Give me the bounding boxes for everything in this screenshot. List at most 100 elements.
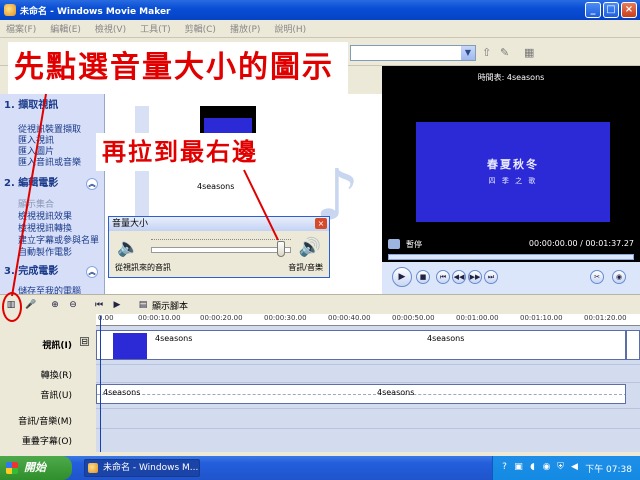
track-label-music: 音訊/音樂(M) <box>18 417 72 427</box>
menu-help[interactable]: 說明(H) <box>274 22 306 35</box>
section-edit-movie[interactable]: 2. 編輯電影 ︽ <box>0 176 104 192</box>
audio-clip-label: 4seasons <box>377 388 415 397</box>
preview-subtitle-text: 四 季 之 歌 <box>488 177 538 185</box>
timeline-playhead[interactable] <box>100 316 101 452</box>
ruler-tick: 00:00:40.00 <box>328 314 371 322</box>
ruler-tick: 00:00:30.00 <box>264 314 307 322</box>
volume-icon-highlight <box>2 292 22 322</box>
menu-play[interactable]: 播放(P) <box>230 22 260 35</box>
storyboard-icon[interactable]: ▤ <box>136 298 150 312</box>
menu-tools[interactable]: 工具(T) <box>140 22 171 35</box>
volume-left-label: 從視訊來的音訊 <box>115 263 171 272</box>
movie-maker-icon <box>4 4 16 16</box>
next-frame-icon[interactable]: ⏭ <box>484 270 498 284</box>
ruler-tick: 00:01:00.00 <box>456 314 499 322</box>
volume-slider-thumb[interactable] <box>277 241 286 257</box>
annotation-step-1: 先點選音量大小的圖示 <box>8 42 348 94</box>
network-icon[interactable]: ▣ <box>513 462 524 473</box>
maximize-button[interactable]: □ <box>603 2 619 18</box>
track-divider <box>96 428 640 429</box>
task-pane: 1. 擷取視訊 從視訊裝置擷取 匯入視訊 匯入圖片 匯入音訊或音樂 2. 編輯電… <box>0 94 104 297</box>
title-bar[interactable]: 未命名 - Windows Movie Maker _ □ × <box>0 0 640 20</box>
window-controls: _ □ × <box>585 2 637 18</box>
section-finish-movie[interactable]: 3. 完成電影 ︽ <box>0 264 104 280</box>
preview-screen: 春夏秋冬 四 季 之 歌 <box>416 122 610 222</box>
section-capture-title: 1. 擷取視訊 <box>4 100 59 111</box>
volume-slider-track[interactable] <box>151 247 291 253</box>
track-divider <box>96 382 640 383</box>
volume-right-label: 音訊/音樂 <box>288 263 323 272</box>
speaker-icon[interactable]: ◀ <box>569 462 580 473</box>
status-icon <box>388 239 400 249</box>
audio-waveform <box>97 394 625 396</box>
menu-edit[interactable]: 編輯(E) <box>50 22 81 35</box>
track-label-overlay: 重疊字幕(O) <box>21 437 72 447</box>
previous-frame-icon[interactable]: ⏮ <box>436 270 450 284</box>
menu-file[interactable]: 檔案(F) <box>6 22 36 35</box>
split-clip-icon[interactable]: ✂ <box>590 270 604 284</box>
volume-tray-icon[interactable]: ◖ <box>527 462 538 473</box>
views-icon[interactable]: ▦ <box>524 46 538 60</box>
rewind-timeline-icon[interactable]: ⏮ <box>92 298 106 312</box>
ruler-tick: 00:01:10.00 <box>520 314 563 322</box>
expand-icon[interactable]: ⊟ <box>80 337 89 346</box>
preview-monitor: 時間表: 4seasons 春夏秋冬 四 季 之 歌 暫停 00:00:00.0… <box>382 66 640 294</box>
volume-close-button[interactable]: × <box>315 218 327 229</box>
collapse-icon[interactable]: ︽ <box>86 178 98 190</box>
zoom-out-icon[interactable]: ⊖ <box>66 298 80 312</box>
track-label-audio: 音訊(U) <box>40 391 72 401</box>
track-labels: 視訊(I) ⊟ 轉換(R) 音訊(U) 音訊/音樂(M) 重疊字幕(O) <box>0 326 96 452</box>
up-folder-icon[interactable]: ⇧ <box>482 46 496 60</box>
minimize-button[interactable]: _ <box>585 2 601 18</box>
show-storyboard-button[interactable]: 顯示腳本 <box>152 299 188 312</box>
timeline-toolbar: ▥ 🎤 ⊕ ⊖ ⏮ ▶ ▤ 顯示腳本 <box>0 294 640 314</box>
track-divider <box>96 364 640 365</box>
seek-bar[interactable] <box>388 254 634 260</box>
new-folder-icon[interactable]: ✎ <box>500 46 514 60</box>
ruler-tick: 00:01:20.00 <box>584 314 627 322</box>
ruler-tick: 00:00:20.00 <box>200 314 243 322</box>
audio-clip[interactable]: 4seasons 4seasons <box>96 384 626 404</box>
volume-dialog: 音量大小 × 🔈 🔊 從視訊來的音訊 音訊/音樂 <box>108 216 330 278</box>
help-icon[interactable]: ? <box>499 462 510 473</box>
narrate-icon[interactable]: 🎤 <box>24 298 38 312</box>
security-icon[interactable]: ⛨ <box>555 462 566 473</box>
rewind-icon[interactable]: ◀◀ <box>452 270 466 284</box>
window-title: 未命名 - Windows Movie Maker <box>20 6 171 17</box>
volume-dialog-titlebar[interactable]: 音量大小 × <box>109 217 329 231</box>
video-clip[interactable]: 4seasons 4seasons <box>96 330 626 360</box>
zoom-in-icon[interactable]: ⊕ <box>48 298 62 312</box>
snapshot-icon[interactable]: ◉ <box>612 270 626 284</box>
link-import-audio[interactable]: 匯入音訊或音樂 <box>18 155 81 168</box>
forward-icon[interactable]: ▶▶ <box>468 270 482 284</box>
menu-clip[interactable]: 剪輯(C) <box>185 22 216 35</box>
timeline-ruler[interactable]: 0.00 00:00:10.00 00:00:20.00 00:00:30.00… <box>96 314 640 326</box>
track-label-video[interactable]: 視訊(I) <box>42 338 72 351</box>
menu-bar: 檔案(F) 編輯(E) 檢視(V) 工具(T) 剪輯(C) 播放(P) 說明(H… <box>0 20 640 38</box>
link-automovie[interactable]: 自動製作電影 <box>18 245 72 258</box>
movie-maker-icon <box>88 463 98 473</box>
menu-view[interactable]: 檢視(V) <box>95 22 126 35</box>
preview-title-text: 春夏秋冬 <box>487 158 539 171</box>
track-label-transition: 轉換(R) <box>40 371 72 381</box>
music-speaker-icon: 🔊 <box>298 237 321 258</box>
collapse-icon[interactable]: ︽ <box>86 266 98 278</box>
video-clip-label: 4seasons <box>155 334 193 343</box>
system-tray: ? ▣ ◖ ◉ ⛨ ◀ 下午 07:38 <box>492 456 640 480</box>
collections-dropdown[interactable]: ▼ <box>350 45 476 61</box>
ruler-tick: 00:00:10.00 <box>138 314 181 322</box>
start-button[interactable]: 開始 <box>0 456 72 480</box>
audio-clip-label: 4seasons <box>103 388 141 397</box>
taskbar-window-button[interactable]: 未命名 - Windows M... <box>84 459 200 477</box>
section-capture-video[interactable]: 1. 擷取視訊 <box>0 98 104 114</box>
video-track-end <box>626 330 640 360</box>
play-icon[interactable]: ▶ <box>392 267 412 287</box>
clip-label: 4seasons <box>197 182 235 191</box>
track-divider <box>96 408 640 409</box>
chevron-down-icon[interactable]: ▼ <box>461 46 475 60</box>
update-icon[interactable]: ◉ <box>541 462 552 473</box>
stop-icon[interactable]: ■ <box>416 270 430 284</box>
play-timeline-icon[interactable]: ▶ <box>110 298 124 312</box>
video-clip-thumbnail <box>113 333 147 359</box>
close-button[interactable]: × <box>621 2 637 18</box>
